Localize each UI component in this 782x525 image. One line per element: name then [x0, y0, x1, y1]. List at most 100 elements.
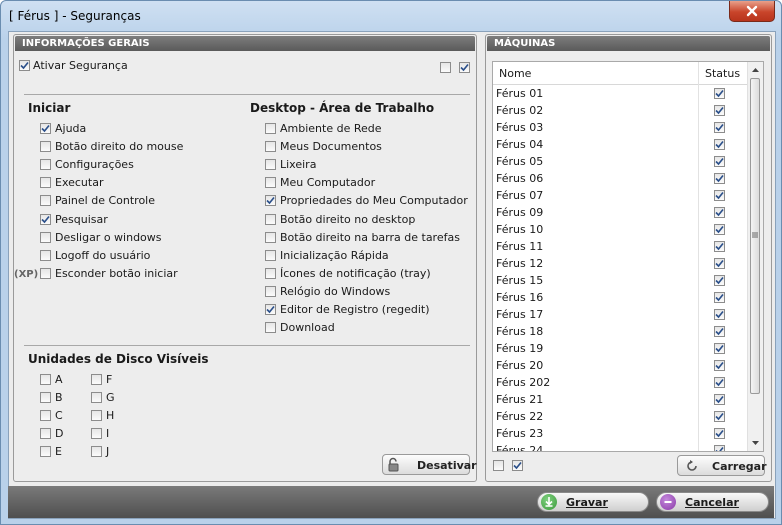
machine-status-checkbox[interactable] [714, 377, 725, 388]
iniciar-option-checkbox[interactable] [40, 195, 51, 207]
cancelar-button[interactable]: Cancelar [656, 492, 769, 512]
machine-status-checkbox[interactable] [714, 360, 725, 371]
iniciar-option-checkbox[interactable] [40, 249, 51, 261]
desktop-option-checkbox[interactable] [265, 285, 276, 297]
machine-status-checkbox[interactable] [714, 190, 725, 201]
desktop-option-checkbox[interactable] [265, 231, 276, 243]
table-row[interactable]: Férus 23 [493, 425, 748, 442]
desativar-button[interactable]: Desativar [382, 454, 477, 475]
machine-status-checkbox[interactable] [714, 88, 725, 99]
machine-status-checkbox[interactable] [714, 428, 725, 439]
disk-option-checkbox[interactable] [91, 428, 102, 440]
machine-status-checkbox[interactable] [714, 343, 725, 354]
machine-status-checkbox[interactable] [714, 173, 725, 184]
desktop-option-checkbox[interactable] [265, 213, 276, 225]
machine-status-checkbox[interactable] [714, 258, 725, 269]
iniciar-option-checkbox[interactable] [40, 267, 51, 279]
table-row[interactable]: Férus 24 [493, 442, 748, 451]
desktop-option-label: Download [280, 321, 335, 335]
table-row[interactable]: Férus 17 [493, 306, 748, 323]
table-row[interactable]: Férus 20 [493, 357, 748, 374]
table-row[interactable]: Férus 04 [493, 136, 748, 153]
table-row[interactable]: Férus 19 [493, 340, 748, 357]
iniciar-option-label: Esconder botão iniciar [55, 266, 178, 280]
machine-status-checkbox[interactable] [714, 275, 725, 286]
iniciar-option-checkbox[interactable] [40, 123, 51, 134]
check-icon [715, 344, 724, 353]
disk-option-checkbox[interactable] [40, 392, 51, 404]
desktop-option-checkbox[interactable] [265, 123, 276, 134]
ativar-seguranca-checkbox[interactable] [19, 60, 30, 71]
scroll-up-icon[interactable] [748, 63, 763, 77]
desktop-option-label: Meus Documentos [280, 140, 382, 154]
table-row[interactable]: Férus 21 [493, 391, 748, 408]
scroll-thumb[interactable] [750, 78, 760, 394]
table-row[interactable]: Férus 07 [493, 187, 748, 204]
table-row[interactable]: Férus 12 [493, 255, 748, 272]
disk-option-checkbox[interactable] [40, 428, 51, 440]
scroll-down-icon[interactable] [748, 436, 763, 450]
desktop-option-checkbox[interactable] [265, 141, 276, 153]
machine-status-checkbox[interactable] [714, 326, 725, 337]
machines-select-none-checkbox[interactable] [493, 460, 504, 471]
list-header: Nome Status [493, 62, 748, 85]
close-button[interactable] [729, 1, 775, 22]
desktop-option-checkbox[interactable] [265, 195, 276, 207]
check-icon [715, 361, 724, 370]
column-header-name[interactable]: Nome [499, 67, 531, 80]
machine-status-checkbox[interactable] [714, 122, 725, 133]
carregar-label: Carregar [712, 460, 767, 473]
machine-status-checkbox[interactable] [714, 105, 725, 116]
desktop-option-checkbox[interactable] [265, 159, 276, 171]
desktop-option-checkbox[interactable] [265, 322, 276, 334]
machines-select-all-checkbox[interactable] [512, 460, 523, 471]
desktop-option-checkbox[interactable] [265, 177, 276, 189]
machine-status-checkbox[interactable] [714, 241, 725, 252]
carregar-button[interactable]: Carregar [677, 455, 767, 476]
table-row[interactable]: Férus 06 [493, 170, 748, 187]
table-row[interactable]: Férus 02 [493, 102, 748, 119]
table-row[interactable]: Férus 16 [493, 289, 748, 306]
disk-option-checkbox[interactable] [91, 374, 102, 385]
iniciar-option-checkbox[interactable] [40, 177, 51, 189]
machine-status-checkbox[interactable] [714, 411, 725, 422]
table-row[interactable]: Férus 15 [493, 272, 748, 289]
machine-status-checkbox[interactable] [714, 394, 725, 405]
machine-status-checkbox[interactable] [714, 292, 725, 303]
disk-option-label: B [55, 391, 63, 405]
iniciar-option-checkbox[interactable] [40, 141, 51, 153]
table-row[interactable]: Férus 11 [493, 238, 748, 255]
iniciar-option-checkbox[interactable] [40, 213, 51, 225]
iniciar-option-checkbox[interactable] [40, 231, 51, 243]
table-row[interactable]: Férus 05 [493, 153, 748, 170]
disk-option-checkbox[interactable] [40, 410, 51, 422]
check-icon [715, 293, 724, 302]
disk-option-checkbox[interactable] [91, 410, 102, 422]
machine-status-checkbox[interactable] [714, 139, 725, 150]
machine-status-checkbox[interactable] [714, 445, 725, 451]
disk-option-checkbox[interactable] [40, 374, 51, 385]
iniciar-option-checkbox[interactable] [40, 159, 51, 171]
column-header-status[interactable]: Status [705, 67, 740, 80]
machine-status-checkbox[interactable] [714, 224, 725, 235]
disk-option-checkbox[interactable] [91, 392, 102, 404]
table-row[interactable]: Férus 22 [493, 408, 748, 425]
machine-status-checkbox[interactable] [714, 207, 725, 218]
select-none-checkbox[interactable] [440, 62, 451, 73]
vertical-scrollbar[interactable] [747, 62, 763, 451]
disk-option-checkbox[interactable] [91, 446, 102, 458]
gravar-button[interactable]: Gravar [537, 492, 649, 512]
table-row[interactable]: Férus 18 [493, 323, 748, 340]
table-row[interactable]: Férus 09 [493, 204, 748, 221]
machine-status-checkbox[interactable] [714, 309, 725, 320]
table-row[interactable]: Férus 03 [493, 119, 748, 136]
desktop-option-checkbox[interactable] [265, 249, 276, 261]
table-row[interactable]: Férus 202 [493, 374, 748, 391]
desktop-option-checkbox[interactable] [265, 304, 276, 315]
disk-option-checkbox[interactable] [40, 446, 51, 458]
table-row[interactable]: Férus 10 [493, 221, 748, 238]
desktop-option-checkbox[interactable] [265, 267, 276, 279]
select-all-checkbox[interactable] [459, 62, 470, 73]
machine-status-checkbox[interactable] [714, 156, 725, 167]
table-row[interactable]: Férus 01 [493, 85, 748, 102]
